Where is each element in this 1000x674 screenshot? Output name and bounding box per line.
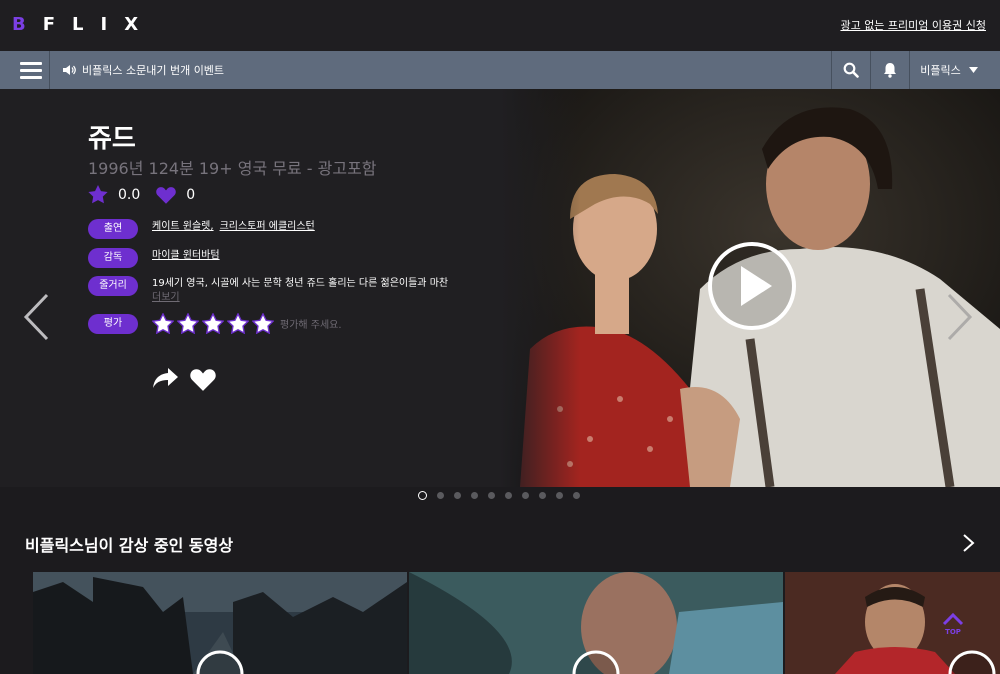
rate-row: 평가 평가해 주세요. bbox=[88, 313, 342, 334]
carousel-dot[interactable] bbox=[556, 492, 563, 499]
carousel-dot[interactable] bbox=[573, 492, 580, 499]
rate-hint: 평가해 주세요. bbox=[280, 320, 342, 331]
carousel-dot[interactable] bbox=[522, 492, 529, 499]
rate-tag: 평가 bbox=[88, 313, 138, 334]
top-label: TOP bbox=[945, 628, 961, 636]
carousel-dot[interactable] bbox=[539, 492, 546, 499]
carousel-dots[interactable] bbox=[418, 491, 580, 500]
director-tag: 감독 bbox=[88, 248, 138, 268]
caret-down-icon bbox=[968, 67, 978, 73]
section-more-arrow-icon[interactable] bbox=[962, 533, 976, 553]
rate-star-5-icon[interactable] bbox=[252, 313, 274, 334]
plot-text: 19세기 영국, 시골에 사는 문학 청년 쥬드 홀리는 다른 젊은이들과 마찬 bbox=[152, 278, 449, 289]
rate-star-2-icon[interactable] bbox=[177, 313, 199, 334]
plot-tag: 줄거리 bbox=[88, 276, 138, 296]
cast-tag: 출연 bbox=[88, 219, 138, 239]
notification-button[interactable] bbox=[870, 51, 909, 89]
thumbnail-image bbox=[409, 572, 783, 674]
favorite-heart-icon[interactable] bbox=[190, 368, 216, 391]
director-row: 감독 마이클 윈터바텀 bbox=[88, 248, 226, 268]
carousel-dot[interactable] bbox=[505, 492, 512, 499]
director-link[interactable]: 마이클 윈터바텀 bbox=[152, 250, 220, 261]
rating-stars[interactable] bbox=[152, 313, 274, 334]
event-notice[interactable]: 비플릭스 소문내기 번개 이벤트 bbox=[62, 62, 224, 78]
search-button[interactable] bbox=[831, 51, 870, 89]
carousel-dot[interactable] bbox=[471, 492, 478, 499]
thumbnail-card[interactable] bbox=[33, 572, 407, 674]
bflix-logo[interactable]: BFLIX bbox=[12, 14, 155, 35]
bell-icon bbox=[884, 63, 896, 78]
thumbnail-card[interactable] bbox=[409, 572, 783, 674]
heart-icon bbox=[156, 186, 177, 204]
speaker-icon bbox=[63, 65, 76, 75]
movie-meta: 1996년 124분 19+ 영국 무료 - 광고포함 bbox=[88, 159, 377, 178]
rate-star-1-icon[interactable] bbox=[152, 313, 174, 334]
search-icon bbox=[843, 62, 859, 78]
star-score: 0.0 bbox=[118, 186, 141, 203]
movie-title: 쥬드 bbox=[88, 124, 136, 154]
score-row: 0.0 0 bbox=[88, 185, 195, 204]
user-menu-dropdown[interactable]: 비플릭스 bbox=[909, 51, 988, 89]
plot-row: 줄거리 19세기 영국, 시골에 사는 문학 청년 쥬드 홀리는 다른 젊은이들… bbox=[88, 276, 448, 305]
section-title: 비플릭스님이 감상 중인 동영상 bbox=[25, 536, 234, 555]
thumbnail-image bbox=[785, 572, 1000, 674]
carousel-next-arrow-icon[interactable] bbox=[946, 292, 974, 342]
rate-star-4-icon[interactable] bbox=[227, 313, 249, 334]
chevron-up-icon bbox=[942, 612, 964, 626]
cast-link-1[interactable]: 케이트 윈슬렛, bbox=[152, 221, 214, 232]
carousel-dot[interactable] bbox=[437, 492, 444, 499]
carousel-prev-arrow-icon[interactable] bbox=[22, 292, 50, 342]
cast-link-2[interactable]: 크리스토퍼 에클리스턴 bbox=[220, 221, 315, 232]
carousel-dot[interactable] bbox=[454, 492, 461, 499]
carousel-dot[interactable] bbox=[418, 491, 427, 500]
thumbnail-image bbox=[33, 572, 407, 674]
top-bar: BFLIX 광고 없는 프리미엄 이용권 신청 bbox=[0, 0, 1000, 51]
user-name: 비플릭스 bbox=[920, 64, 961, 77]
thumbnail-card[interactable] bbox=[785, 572, 1000, 674]
star-icon bbox=[88, 185, 108, 204]
watching-list bbox=[33, 572, 1000, 674]
share-icon[interactable] bbox=[152, 366, 179, 390]
premium-subscription-link[interactable]: 광고 없는 프리미엄 이용권 신청 bbox=[840, 17, 986, 33]
rate-star-3-icon[interactable] bbox=[202, 313, 224, 334]
like-count: 0 bbox=[186, 186, 196, 203]
nav-bar: 비플릭스 소문내기 번개 이벤트 비플릭스 bbox=[0, 51, 1000, 90]
play-button-icon[interactable] bbox=[707, 241, 797, 331]
hamburger-menu-button[interactable] bbox=[12, 51, 50, 89]
scroll-top-button[interactable]: TOP bbox=[942, 612, 964, 636]
more-link[interactable]: 더보기 bbox=[152, 291, 448, 305]
cast-row: 출연 케이트 윈슬렛, 크리스토퍼 에클리스턴 bbox=[88, 219, 321, 239]
carousel-dot[interactable] bbox=[488, 492, 495, 499]
event-notice-text: 비플릭스 소문내기 번개 이벤트 bbox=[82, 64, 225, 77]
